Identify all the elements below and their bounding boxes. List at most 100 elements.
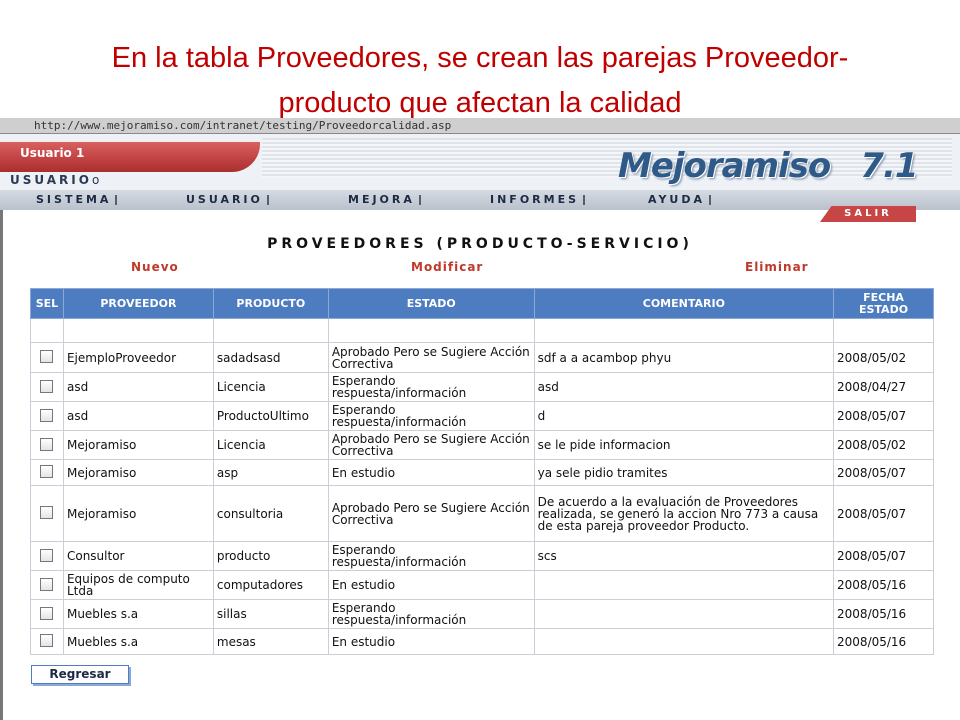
col-header-estado: ESTADO [327, 288, 535, 319]
row-checkbox[interactable] [40, 577, 54, 591]
user-tab: Usuario 1 [0, 142, 260, 172]
cell-comentario: se le pide informacion [533, 430, 835, 460]
cell-proveedor: Mejoramiso [62, 459, 214, 486]
nav-item-sistema[interactable]: SISTEMA [36, 193, 117, 206]
salir-button[interactable]: SALIR [820, 206, 916, 222]
cell-estado: Esperando respuesta/información [327, 372, 535, 402]
row-select-cell [30, 570, 64, 600]
main-nav: SISTEMA USUARIO MEJORA INFORMES AYUDA [0, 190, 960, 210]
window-left-border [0, 134, 3, 720]
cell-producto: sillas [212, 599, 329, 629]
row-select-cell [30, 485, 64, 542]
cell-fecha: 2008/05/07 [833, 541, 934, 571]
row-checkbox[interactable] [40, 408, 54, 422]
page-heading: PROVEEDORES (PRODUCTO-SERVICIO) [267, 236, 693, 252]
cell-estado: En estudio [327, 628, 535, 655]
slide-title-line-1: En la tabla Proveedores, se crean las pa… [111, 42, 849, 74]
modificar-link[interactable]: Modificar [411, 260, 483, 274]
col-header-producto: PRODUCTO [212, 288, 329, 319]
table-header-row: SEL PROVEEDOR PRODUCTO ESTADO COMENTARIO… [30, 288, 934, 319]
app-header: Usuario 1 USUARIOo Mejoramiso 7.1 [0, 134, 960, 190]
table-row[interactable]: asd ProductoUltimo Esperando respuesta/inf… [30, 401, 934, 431]
cell-proveedor: Muebles s.a [62, 628, 214, 655]
regresar-button[interactable]: Regresar [31, 665, 129, 684]
col-header-sel: SEL [30, 288, 64, 319]
cell-comentario: asd [533, 372, 835, 402]
table-row[interactable]: Muebles s.a sillas Esperando respuesta/inf… [30, 599, 934, 629]
cell-proveedor: Consultor [62, 541, 214, 571]
cell-fecha: 2008/05/16 [833, 628, 934, 655]
cell-proveedor: asd [62, 372, 214, 402]
row-select-cell [30, 430, 64, 460]
cell-fecha: 2008/05/07 [833, 401, 934, 431]
cell-producto: consultoria [212, 485, 329, 542]
cell-comentario: sdf a a acambop phyu [533, 342, 835, 373]
nav-item-ayuda[interactable]: AYUDA [648, 193, 711, 206]
cell-producto: sadadsasd [212, 342, 329, 373]
col-header-fecha-line2: ESTADO [858, 302, 909, 316]
cell-comentario: d [533, 401, 835, 431]
row-select-cell [30, 459, 64, 486]
app-logo: Mejoramiso 7.1 [618, 146, 919, 186]
cell-proveedor: Mejoramiso [62, 485, 214, 542]
row-checkbox[interactable] [40, 437, 54, 451]
cell-producto: asp [212, 459, 329, 486]
row-checkbox[interactable] [40, 634, 54, 647]
cell-comentario [533, 570, 835, 600]
cell-fecha: 2008/05/02 [833, 430, 934, 460]
cell-estado: En estudio [327, 459, 535, 486]
nav-item-mejora[interactable]: MEJORA [348, 193, 421, 206]
user-label-suffix: o [91, 173, 100, 187]
table-row[interactable]: Mejoramiso consultoria Aprobado Pero se Su… [30, 485, 934, 542]
cell-fecha: 2008/05/02 [833, 342, 934, 373]
address-bar[interactable]: http://www.mejoramiso.com/intranet/testi… [0, 118, 960, 134]
user-tab-label: Usuario 1 [20, 146, 85, 160]
table-row[interactable]: Mejoramiso Licencia Aprobado Pero se Sugie… [30, 430, 934, 460]
nav-item-usuario[interactable]: USUARIO [186, 193, 269, 206]
row-checkbox[interactable] [40, 548, 54, 562]
row-select-cell [30, 599, 64, 629]
row-select-cell [30, 628, 64, 655]
col-header-fecha-line1: FECHA [863, 290, 904, 304]
logo-version: 7.1 [860, 146, 918, 186]
row-checkbox[interactable] [40, 465, 54, 478]
col-header-proveedor: PROVEEDOR [62, 288, 214, 319]
cell-fecha: 2008/05/07 [833, 459, 934, 486]
cell-comentario: ya sele pidio tramites [533, 459, 835, 486]
user-label-text: USUARIO [10, 173, 92, 187]
cell-proveedor: EjemploProveedor [62, 342, 214, 373]
cell-estado: Aprobado Pero se Sugiere Acción Correcti… [327, 342, 535, 373]
row-checkbox[interactable] [40, 606, 54, 620]
col-header-fecha-estado: FECHA ESTADO [833, 288, 934, 319]
table-row[interactable]: EjemploProveedor sadadsasd Aprobado Pero s… [30, 342, 934, 373]
table-row[interactable]: Mejoramiso asp En estudio ya sele pidio tra… [30, 459, 934, 486]
cell-proveedor: Equipos de computo Ltda [62, 570, 214, 600]
cell-fecha: 2008/05/07 [833, 485, 934, 542]
nuevo-link[interactable]: Nuevo [131, 260, 179, 274]
slide-title: En la tabla Proveedores, se crean las pa… [0, 36, 960, 126]
row-checkbox[interactable] [40, 506, 54, 519]
table-row[interactable]: asd Licencia Esperando respuesta/informaci… [30, 372, 934, 402]
cell-fecha: 2008/05/16 [833, 599, 934, 629]
cell-estado: Esperando respuesta/información [327, 599, 535, 629]
table-row[interactable]: Consultor producto Esperando respuesta/inf… [30, 541, 934, 571]
cell-estado: Esperando respuesta/información [327, 401, 535, 431]
table-row[interactable]: Equipos de computo Ltda computadores En es… [30, 570, 934, 600]
user-label: USUARIOo [10, 173, 99, 187]
cell-proveedor: asd [62, 401, 214, 431]
proveedores-table: SEL PROVEEDOR PRODUCTO ESTADO COMENTARIO… [30, 288, 934, 655]
table-row[interactable]: Muebles s.a mesas En estudio 2008/05/16 [30, 628, 934, 655]
cell-fecha: 2008/05/16 [833, 570, 934, 600]
row-checkbox[interactable] [40, 350, 54, 363]
eliminar-link[interactable]: Eliminar [745, 260, 809, 274]
cell-comentario [533, 599, 835, 629]
cell-proveedor: Mejoramiso [62, 430, 214, 460]
nav-item-informes[interactable]: INFORMES [490, 193, 585, 206]
cell-producto: ProductoUltimo [212, 401, 329, 431]
row-select-cell [30, 372, 64, 402]
cell-producto: Licencia [212, 372, 329, 402]
row-checkbox[interactable] [40, 379, 54, 393]
cell-fecha: 2008/04/27 [833, 372, 934, 402]
cell-proveedor: Muebles s.a [62, 599, 214, 629]
row-select-cell [30, 342, 64, 373]
